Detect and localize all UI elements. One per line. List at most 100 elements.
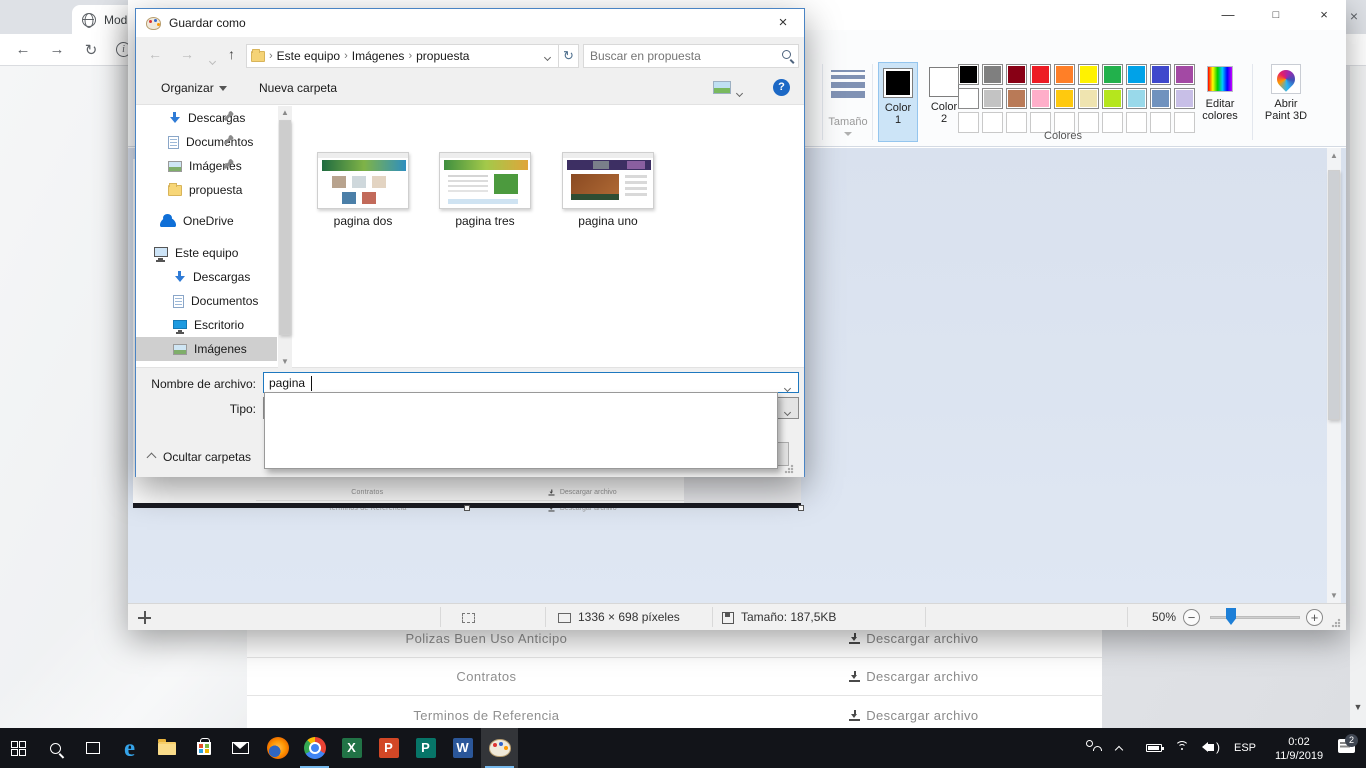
zoom-slider-thumb[interactable] <box>1226 608 1236 625</box>
views-dropdown-icon[interactable] <box>737 85 742 99</box>
volume-indicator[interactable] <box>1202 728 1224 768</box>
taskbar-paint-active[interactable] <box>481 728 518 768</box>
views-icon[interactable] <box>713 81 731 94</box>
taskbar-firefox[interactable] <box>259 728 296 768</box>
breadcrumb-segment[interactable]: propuesta <box>416 49 469 63</box>
palette-swatch[interactable] <box>1006 88 1027 109</box>
breadcrumb-segment[interactable]: Este equipo <box>277 49 340 63</box>
palette-swatch[interactable] <box>1102 64 1123 85</box>
browser-scrollbar[interactable]: ▼ <box>1350 66 1366 728</box>
download-link[interactable]: Descargar archivo <box>726 631 1102 646</box>
taskbar-mail[interactable] <box>222 728 259 768</box>
maximize-button[interactable]: □ <box>1261 6 1291 24</box>
window-resize-grip[interactable] <box>1331 618 1341 628</box>
dialog-help-icon[interactable]: ? <box>773 79 790 96</box>
paint-vertical-scrollbar[interactable]: ▲ ▼ <box>1327 148 1341 603</box>
sidebar-item-propuesta[interactable]: propuesta <box>136 178 277 202</box>
file-item[interactable]: pagina tres <box>424 152 546 228</box>
palette-swatch-empty[interactable] <box>1102 112 1123 133</box>
notification-center-button[interactable]: 2 <box>1336 728 1366 768</box>
nav-back-icon[interactable]: ← <box>148 46 162 62</box>
palette-swatch[interactable] <box>1150 88 1171 109</box>
palette-swatch-empty[interactable] <box>958 112 979 133</box>
breadcrumb-dropdown-icon[interactable] <box>545 49 550 63</box>
canvas-resize-handle-bottom[interactable] <box>464 505 470 511</box>
browser-reload-icon[interactable]: ↻ <box>82 41 100 59</box>
browser-close-button[interactable]: × <box>1345 7 1363 25</box>
scroll-down-icon[interactable]: ▼ <box>1350 702 1366 712</box>
palette-swatch[interactable] <box>1054 88 1075 109</box>
organize-button[interactable]: Organizar <box>161 81 227 95</box>
sidebar-scrollbar[interactable]: ▲ ▼ <box>278 106 292 368</box>
network-indicator[interactable] <box>1175 728 1195 768</box>
language-indicator[interactable]: ESP <box>1230 728 1260 768</box>
palette-swatch[interactable] <box>1126 88 1147 109</box>
filename-field[interactable] <box>263 372 799 393</box>
browser-forward-icon[interactable]: → <box>48 41 66 58</box>
zoom-slider-track[interactable] <box>1210 616 1300 619</box>
sidebar-item-onedrive[interactable]: OneDrive <box>136 209 277 233</box>
dialog-close-button[interactable]: × <box>770 13 796 33</box>
search-input[interactable] <box>590 47 770 65</box>
palette-swatch[interactable] <box>982 88 1003 109</box>
canvas-resize-handle-corner[interactable] <box>798 505 804 511</box>
dialog-titlebar[interactable]: Guardar como × <box>136 9 804 37</box>
filename-dropdown-icon[interactable] <box>785 380 790 394</box>
palette-swatch[interactable] <box>1078 88 1099 109</box>
size-button[interactable]: Tamaño <box>826 62 870 142</box>
sidebar-item-descargas-pinned[interactable]: Descargas <box>136 106 277 130</box>
palette-swatch[interactable] <box>1030 64 1051 85</box>
palette-swatch[interactable] <box>958 88 979 109</box>
palette-swatch[interactable] <box>1054 64 1075 85</box>
nav-history-icon[interactable] <box>210 53 215 67</box>
palette-swatch[interactable] <box>1126 64 1147 85</box>
breadcrumb-segment[interactable]: Imágenes <box>352 49 405 63</box>
palette-swatch[interactable] <box>1030 88 1051 109</box>
taskbar-store[interactable] <box>185 728 222 768</box>
palette-swatch-empty[interactable] <box>1006 112 1027 133</box>
dialog-resize-grip[interactable] <box>784 464 794 474</box>
scroll-up-icon[interactable]: ▲ <box>1327 151 1341 160</box>
sidebar-item-documentos-pinned[interactable]: Documentos <box>136 130 277 154</box>
taskbar-chrome[interactable] <box>296 728 333 768</box>
palette-swatch[interactable] <box>958 64 979 85</box>
nav-forward-icon[interactable]: → <box>180 46 194 62</box>
people-button[interactable] <box>1082 728 1106 768</box>
scroll-down-icon[interactable]: ▼ <box>1327 591 1341 600</box>
taskbar-powerpoint[interactable]: P <box>370 728 407 768</box>
zoom-out-button[interactable]: − <box>1183 609 1200 626</box>
palette-swatch-empty[interactable] <box>982 112 1003 133</box>
palette-swatch[interactable] <box>1006 64 1027 85</box>
tray-expand-button[interactable] <box>1116 728 1136 768</box>
sidebar-item-descargas[interactable]: Descargas <box>136 265 277 289</box>
palette-swatch[interactable] <box>1150 64 1171 85</box>
taskbar-search-button[interactable] <box>37 728 74 768</box>
autocomplete-dropdown[interactable] <box>264 392 778 469</box>
palette-swatch[interactable] <box>1102 88 1123 109</box>
sidebar-item-imagenes-pinned[interactable]: Imágenes <box>136 154 277 178</box>
browser-back-icon[interactable]: ← <box>14 41 32 58</box>
color1-button[interactable]: Color1 <box>878 62 918 142</box>
edit-colors-button[interactable]: Editarcolores <box>1192 62 1248 142</box>
battery-indicator[interactable] <box>1146 728 1168 768</box>
palette-swatch[interactable] <box>982 64 1003 85</box>
download-link[interactable]: Descargar archivo <box>726 669 1102 684</box>
hide-folders-button[interactable]: Ocultar carpetas <box>148 450 251 464</box>
taskbar-edge[interactable]: e <box>111 728 148 768</box>
palette-swatch[interactable] <box>1078 64 1099 85</box>
start-button[interactable] <box>0 728 37 768</box>
close-button[interactable]: × <box>1309 6 1339 24</box>
zoom-in-button[interactable]: + <box>1306 609 1323 626</box>
taskbar-publisher[interactable]: P <box>407 728 444 768</box>
scroll-up-icon[interactable]: ▲ <box>278 108 292 117</box>
new-folder-button[interactable]: Nueva carpeta <box>259 81 337 95</box>
scrollbar-thumb[interactable] <box>279 120 291 335</box>
sidebar-item-imagenes-selected[interactable]: Imágenes <box>136 337 277 361</box>
refresh-button[interactable]: ↻ <box>559 44 579 68</box>
taskbar-file-explorer[interactable] <box>148 728 185 768</box>
scroll-down-icon[interactable]: ▼ <box>278 357 292 366</box>
palette-swatch-empty[interactable] <box>1150 112 1171 133</box>
sidebar-item-documentos[interactable]: Documentos <box>136 289 277 313</box>
palette-swatch-empty[interactable] <box>1126 112 1147 133</box>
file-item[interactable]: pagina uno <box>547 152 669 228</box>
